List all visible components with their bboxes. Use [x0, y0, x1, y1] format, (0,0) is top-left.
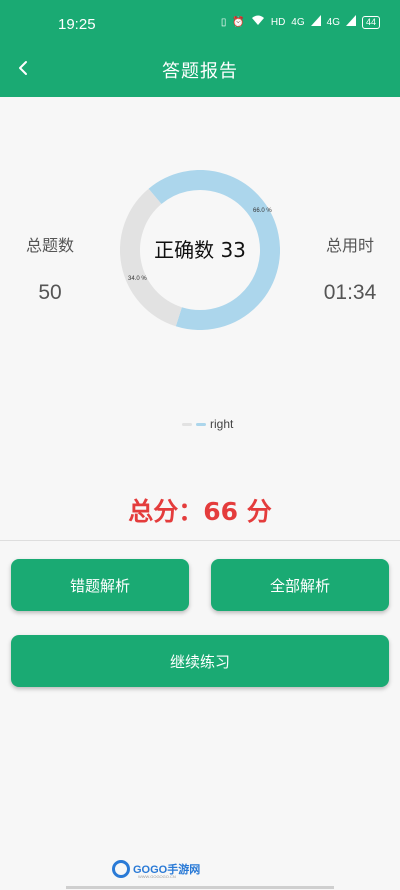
app-header: 19:25 ▯ ⏰ HD 4G 4G 44 答题报告	[0, 0, 400, 97]
signal-icon-2	[345, 15, 356, 29]
alarm-icon: ⏰	[232, 16, 245, 28]
total-time-stat: 总用时 01:34	[315, 232, 385, 305]
correct-count: 正确数 33	[154, 238, 246, 262]
divider	[0, 540, 400, 541]
page-title: 答题报告	[162, 61, 238, 82]
total-questions-label: 总题数	[25, 236, 74, 255]
wrong-analysis-button[interactable]: 错题解析	[11, 559, 189, 611]
all-analysis-button[interactable]: 全部解析	[211, 559, 389, 611]
legend-swatch-wrong	[182, 422, 192, 426]
right-percent-label: 66.0 %	[253, 208, 272, 214]
total-questions-value: 50	[38, 281, 62, 304]
total-questions-stat: 总题数 50	[18, 232, 82, 305]
status-time: 19:25	[58, 16, 96, 33]
legend-label: right	[210, 417, 234, 431]
chart-legend: right	[182, 417, 233, 431]
continue-practice-button[interactable]: 继续练习	[11, 635, 389, 687]
watermark: GOGO手游网 WWW.GOGOGO.CN	[112, 860, 200, 879]
status-icons: ▯ ⏰ HD 4G 4G 44	[221, 15, 380, 29]
watermark-logo-icon	[112, 860, 130, 878]
vibrate-icon: ▯	[220, 16, 227, 28]
signal-icon-1	[310, 15, 321, 29]
total-score: 总分：66 分	[128, 497, 272, 526]
nav-bar: 答题报告	[0, 50, 400, 90]
total-time-value: 01:34	[323, 281, 377, 304]
status-bar: 19:25 ▯ ⏰ HD 4G 4G 44	[0, 0, 400, 50]
home-indicator	[66, 886, 334, 889]
battery-icon: 44	[361, 15, 380, 29]
wrong-percent-label: 34.0 %	[128, 276, 147, 282]
signal1-label: 4G	[291, 16, 305, 28]
legend-swatch-right	[196, 422, 206, 426]
network-type: HD	[270, 16, 286, 28]
watermark-site: WWW.GOGOGO.CN	[138, 874, 176, 879]
total-time-label: 总用时	[325, 236, 374, 255]
signal2-label: 4G	[326, 16, 340, 28]
wifi-icon	[251, 15, 265, 29]
